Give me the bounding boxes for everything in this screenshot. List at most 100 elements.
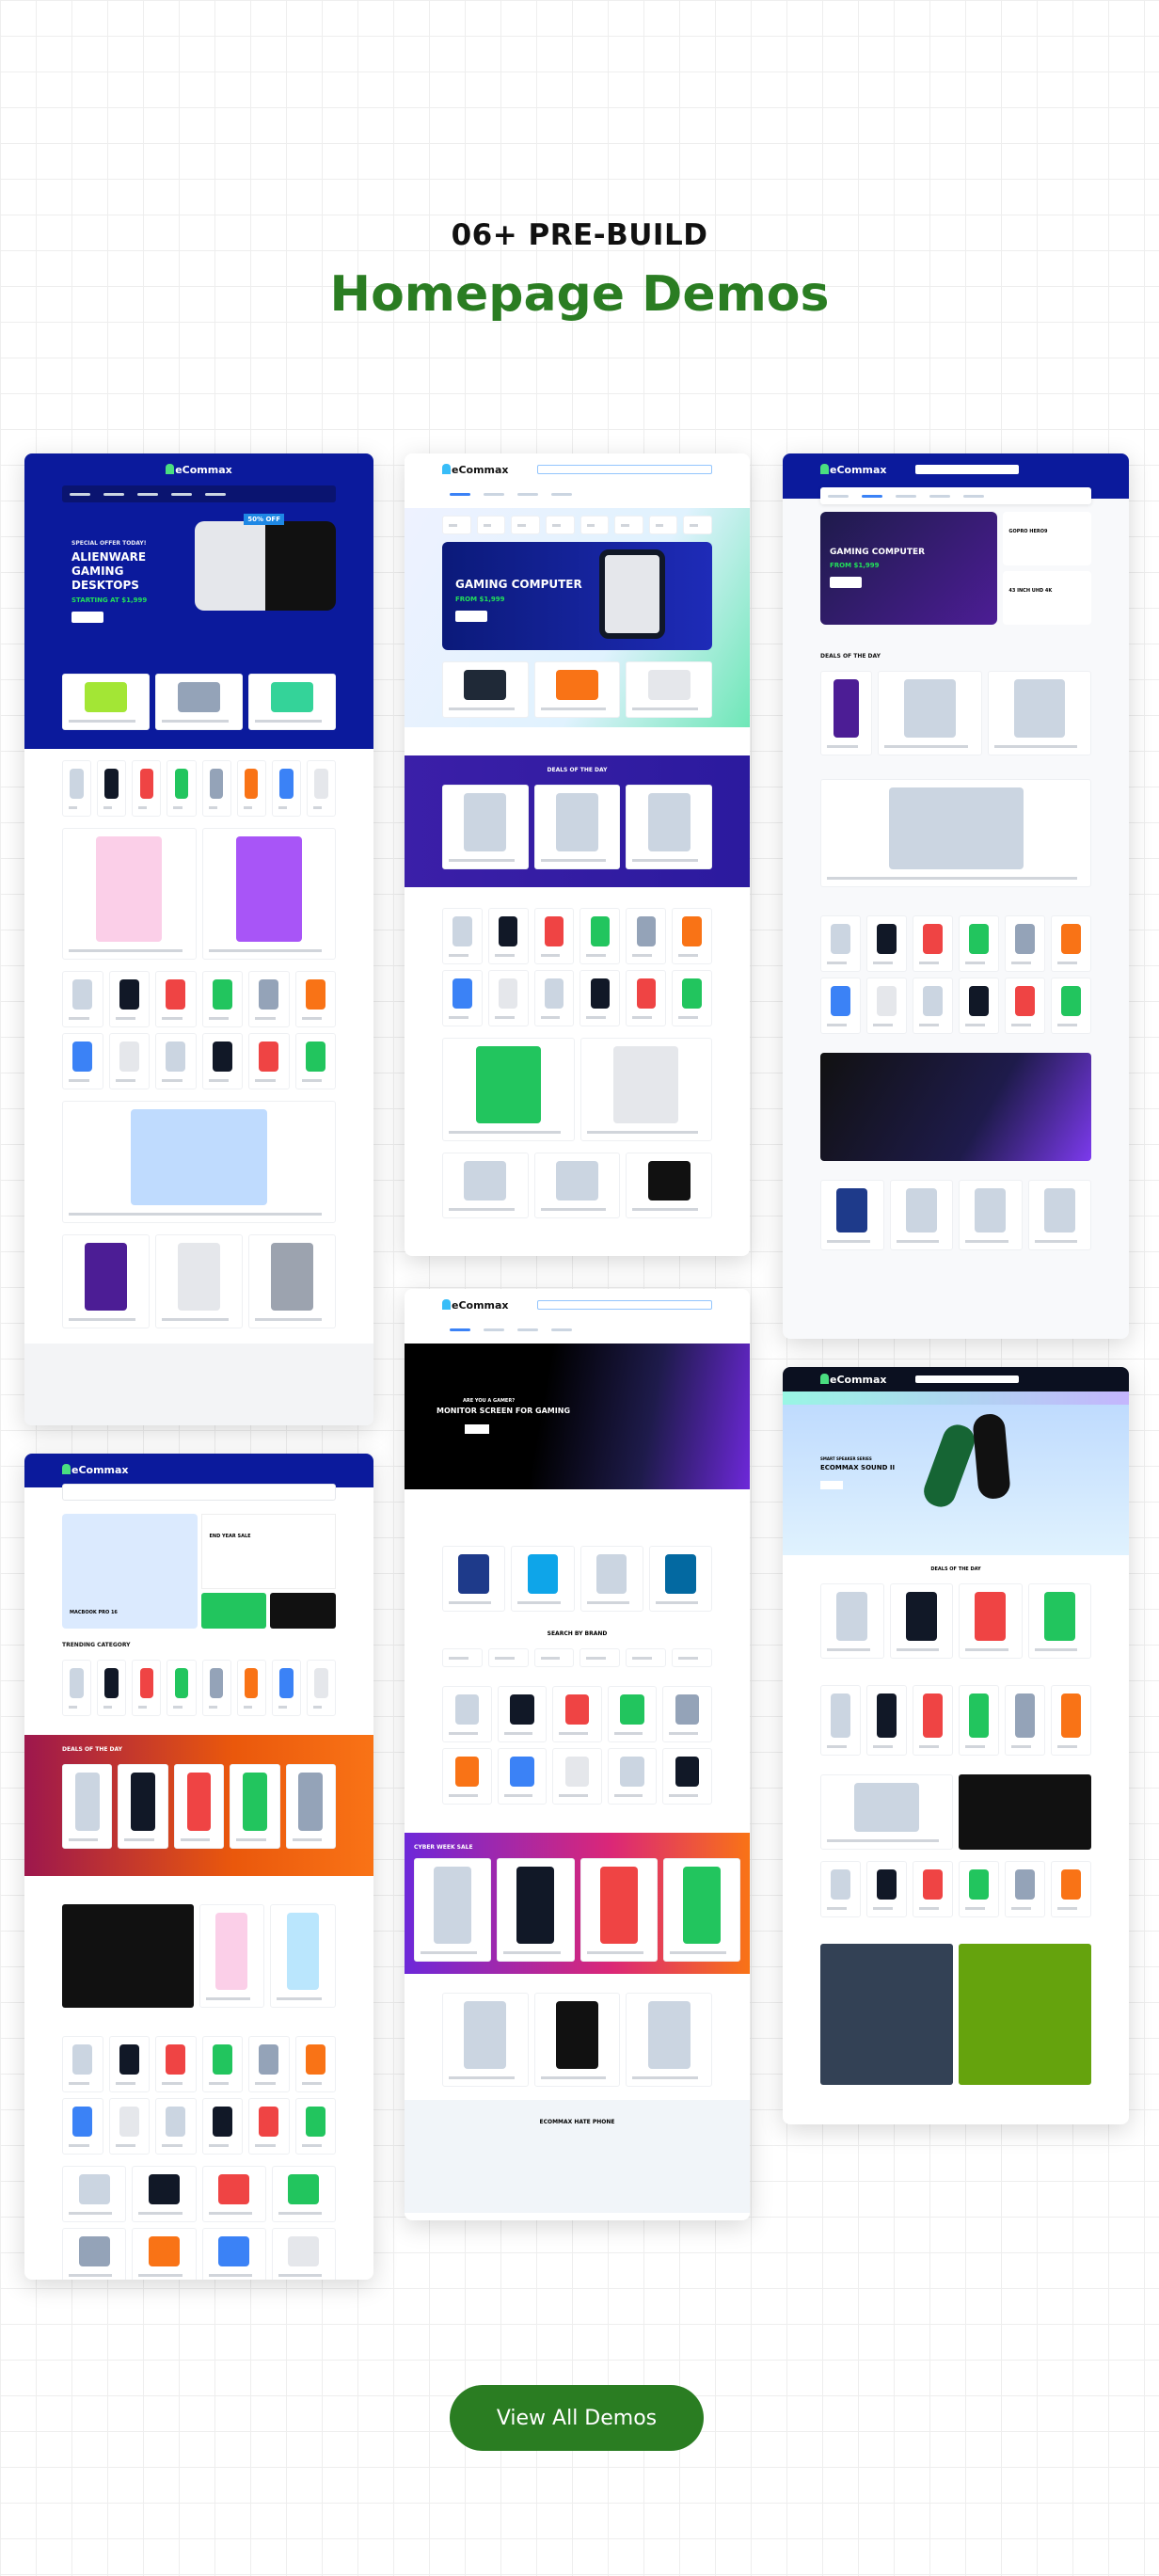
product-card[interactable] bbox=[201, 760, 231, 817]
product-card[interactable] bbox=[271, 2228, 336, 2280]
product-card[interactable] bbox=[201, 2098, 243, 2155]
product-card[interactable] bbox=[97, 760, 127, 817]
product-card[interactable] bbox=[820, 1685, 861, 1756]
product-card[interactable] bbox=[533, 1648, 575, 1667]
product-card[interactable] bbox=[959, 1861, 999, 1917]
product-card[interactable] bbox=[626, 785, 712, 869]
product-card[interactable] bbox=[132, 2166, 197, 2222]
product-card[interactable] bbox=[155, 971, 197, 1027]
product-card[interactable] bbox=[913, 978, 953, 1034]
product-card[interactable] bbox=[533, 908, 575, 964]
product-card[interactable] bbox=[236, 760, 266, 817]
product-card[interactable] bbox=[108, 2036, 150, 2092]
product-card[interactable] bbox=[167, 760, 197, 817]
product-card[interactable] bbox=[889, 1180, 953, 1250]
product-card[interactable] bbox=[201, 2228, 266, 2280]
product-card[interactable] bbox=[820, 1583, 884, 1659]
product-card[interactable] bbox=[306, 760, 336, 817]
product-card[interactable] bbox=[533, 1153, 621, 1218]
shop-now-button[interactable] bbox=[71, 612, 103, 623]
product-card[interactable] bbox=[866, 1861, 907, 1917]
product-card[interactable] bbox=[442, 1686, 492, 1742]
demo-4-preview[interactable]: eCommax MACBOOK PRO 16 END YEAR SALE TRE… bbox=[24, 1454, 373, 2280]
product-card[interactable] bbox=[1027, 1180, 1091, 1250]
product-card[interactable] bbox=[1051, 1861, 1091, 1917]
product-card[interactable] bbox=[648, 1546, 712, 1612]
product-card[interactable] bbox=[270, 1904, 336, 2008]
shop-now-button[interactable] bbox=[465, 1424, 489, 1434]
demo-6-preview[interactable]: eCommax SMART SPEAKER SERIES ECOMMAX SOU… bbox=[783, 1367, 1129, 2124]
product-card[interactable] bbox=[1005, 915, 1045, 972]
product-card[interactable] bbox=[62, 1033, 103, 1089]
product-card[interactable] bbox=[248, 1234, 336, 1328]
product-card[interactable] bbox=[442, 970, 483, 1026]
product-card[interactable] bbox=[132, 760, 162, 817]
product-card[interactable] bbox=[62, 674, 150, 730]
product-card[interactable] bbox=[580, 1038, 712, 1141]
product-card[interactable] bbox=[672, 970, 712, 1026]
demo-2-preview[interactable]: eCommax GAMING COMPUTER FROM $1,999 DEAL… bbox=[405, 453, 750, 1256]
product-card[interactable] bbox=[552, 1686, 602, 1742]
product-card[interactable] bbox=[533, 661, 621, 718]
product-card[interactable] bbox=[201, 1660, 231, 1716]
product-card[interactable] bbox=[820, 1180, 884, 1250]
product-card[interactable] bbox=[248, 2098, 290, 2155]
product-card[interactable] bbox=[248, 674, 336, 730]
product-card[interactable] bbox=[662, 1686, 712, 1742]
product-card[interactable] bbox=[626, 1153, 712, 1218]
product-card[interactable] bbox=[580, 1858, 658, 1962]
search-input[interactable] bbox=[914, 465, 1019, 474]
product-card[interactable] bbox=[132, 2228, 197, 2280]
product-card[interactable] bbox=[201, 828, 336, 960]
product-card[interactable] bbox=[155, 2098, 197, 2155]
product-card[interactable] bbox=[167, 1660, 197, 1716]
product-card[interactable] bbox=[271, 1660, 301, 1716]
product-card[interactable] bbox=[62, 1764, 113, 1849]
product-card[interactable] bbox=[201, 2036, 243, 2092]
product-card[interactable] bbox=[626, 661, 712, 718]
product-card[interactable] bbox=[1051, 978, 1091, 1034]
product-card[interactable] bbox=[497, 1686, 548, 1742]
product-card[interactable] bbox=[442, 1153, 529, 1218]
product-card[interactable] bbox=[580, 1648, 621, 1667]
product-card[interactable] bbox=[442, 661, 529, 718]
product-card[interactable] bbox=[959, 1583, 1023, 1659]
product-card[interactable] bbox=[1051, 915, 1091, 972]
product-card[interactable] bbox=[108, 2098, 150, 2155]
product-card[interactable] bbox=[648, 516, 678, 534]
product-card[interactable] bbox=[866, 978, 907, 1034]
product-card[interactable] bbox=[198, 1904, 265, 2008]
product-card[interactable] bbox=[487, 970, 529, 1026]
product-card[interactable] bbox=[626, 1648, 667, 1667]
product-card[interactable] bbox=[820, 1774, 953, 1850]
product-card[interactable] bbox=[820, 671, 873, 755]
product-card[interactable] bbox=[62, 760, 92, 817]
demo-5-preview[interactable]: eCommax ARE YOU A GAMER? MONITOR SCREEN … bbox=[405, 1289, 750, 2220]
product-card[interactable] bbox=[248, 1033, 290, 1089]
product-card[interactable] bbox=[442, 1748, 492, 1805]
product-card[interactable] bbox=[62, 1660, 92, 1716]
product-card[interactable] bbox=[626, 970, 667, 1026]
product-card[interactable] bbox=[866, 915, 907, 972]
shop-now-button[interactable] bbox=[820, 1481, 843, 1489]
product-card[interactable] bbox=[487, 1648, 529, 1667]
product-card[interactable] bbox=[959, 1685, 999, 1756]
search-input[interactable] bbox=[914, 1375, 1019, 1383]
view-all-demos-button[interactable]: View All Demos bbox=[450, 2385, 704, 2451]
search-input[interactable] bbox=[62, 1484, 336, 1501]
product-card[interactable] bbox=[442, 785, 529, 869]
product-card[interactable] bbox=[1051, 1685, 1091, 1756]
product-card[interactable] bbox=[155, 2036, 197, 2092]
product-card[interactable] bbox=[987, 671, 1091, 755]
product-card[interactable] bbox=[442, 1993, 529, 2087]
product-card[interactable] bbox=[866, 1685, 907, 1756]
product-card[interactable] bbox=[201, 1033, 243, 1089]
product-card[interactable] bbox=[118, 1764, 168, 1849]
product-card[interactable] bbox=[626, 1993, 712, 2087]
product-card[interactable] bbox=[62, 828, 197, 960]
demo-1-preview[interactable]: eCommax SPECIAL OFFER TODAY! ALIENWARE G… bbox=[24, 453, 373, 1425]
product-card[interactable] bbox=[306, 1660, 336, 1716]
product-card[interactable] bbox=[1027, 1583, 1091, 1659]
product-card[interactable] bbox=[672, 1648, 712, 1667]
product-card[interactable] bbox=[533, 1993, 621, 2087]
